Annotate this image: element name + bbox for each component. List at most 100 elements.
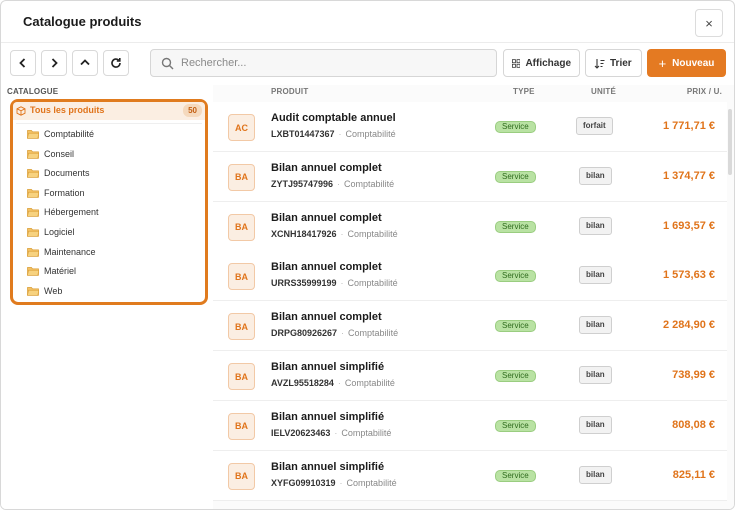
product-code: XCNH18417926: [271, 228, 337, 239]
product-name: Bilan annuel simplifié: [271, 361, 385, 373]
product-avatar: BA: [228, 313, 255, 341]
product-meta: AVZL95518284 · Comptabilité: [271, 378, 395, 388]
product-code: DRPG80926267: [271, 328, 338, 339]
table-row[interactable]: BA Bilan annuel complet DRPG80926267 · Compt…: [213, 301, 727, 352]
catalog-window: Catalogue produits × Affichage Trier: [0, 0, 735, 510]
tree-item-category[interactable]: Maintenance: [27, 244, 96, 260]
product-meta: XCNH18417926 · Comptabilité: [271, 229, 398, 239]
unit-badge: bilan: [579, 166, 612, 185]
type-badge: Service: [495, 419, 536, 432]
display-label: Affichage: [525, 57, 571, 69]
tree-item-category[interactable]: Comptabilité: [27, 126, 94, 142]
product-category: Comptabilité: [344, 178, 395, 189]
chevron-up-icon: [80, 59, 90, 66]
category-label: Comptabilité: [44, 129, 95, 139]
tree-item-category[interactable]: Conseil: [27, 146, 74, 162]
new-label: Nouveau: [672, 57, 715, 69]
tree-item-all-products[interactable]: Tous les produits 50: [13, 102, 205, 120]
column-header-product: PRODUIT: [271, 87, 309, 96]
folder-icon: [27, 228, 39, 237]
new-button[interactable]: + Nouveau: [647, 49, 726, 77]
type-badge: Service: [495, 469, 536, 482]
sort-label: Trier: [610, 57, 632, 69]
sidebar: CATALOGUE Tous les produits 50 Comptabil…: [1, 85, 213, 509]
product-name: Bilan annuel simplifié: [271, 410, 385, 423]
separator-dot: ·: [341, 328, 345, 339]
product-category: Comptabilité: [346, 477, 397, 488]
separator-dot: ·: [337, 178, 341, 189]
category-label: Formation: [44, 187, 85, 198]
separator-dot: ·: [340, 278, 344, 289]
folder-icon: [27, 267, 39, 276]
product-category: Comptabilité: [344, 378, 395, 388]
catalog-section-label: CATALOGUE: [7, 87, 59, 96]
table-row[interactable]: BA Bilan annuel complet URRS35999199 · Compt…: [213, 251, 727, 302]
forward-button[interactable]: [41, 50, 67, 76]
chevron-left-icon: [19, 58, 26, 68]
product-code: URRS35999199: [271, 278, 337, 289]
unit-badge: bilan: [579, 316, 612, 335]
separator-dot: ·: [340, 228, 344, 239]
category-label: Maintenance: [44, 246, 96, 257]
folder-icon: [27, 286, 39, 296]
product-meta: IELV20623463 · Comptabilité: [271, 428, 391, 438]
product-meta: URRS35999199 · Comptabilité: [271, 278, 398, 288]
table-row[interactable]: AC Audit comptable annuel LXBT01447367 · Com…: [213, 102, 727, 152]
product-avatar: BA: [228, 163, 255, 191]
toolbar: Affichage Trier + Nouveau: [1, 44, 734, 82]
product-price: 1 693,57 €: [663, 219, 715, 232]
column-header-type: TYPE: [513, 87, 535, 96]
table-row[interactable]: BA Bilan annuel complet XCNH18417926 · Compt…: [213, 201, 727, 252]
folder-icon: [27, 208, 39, 218]
title-bar: Catalogue produits ×: [1, 1, 734, 43]
product-category: Comptabilité: [347, 228, 398, 239]
product-price: 1 374,77 €: [663, 169, 715, 182]
search-icon: [161, 57, 174, 70]
close-button[interactable]: ×: [695, 9, 723, 37]
product-name: Bilan annuel complet: [271, 211, 382, 224]
search-input[interactable]: [181, 54, 481, 72]
category-label: Conseil: [44, 148, 75, 159]
tree-item-category[interactable]: Formation: [27, 185, 85, 201]
table-row[interactable]: BA Bilan annuel simplifié AVZL95518284 · Com…: [213, 351, 727, 401]
category-tree: Tous les produits 50 Comptabilité Conseil…: [10, 99, 208, 305]
product-name: Bilan annuel complet: [271, 261, 382, 274]
separator-dot: ·: [338, 129, 342, 139]
tree-item-category[interactable]: Hébergement: [27, 204, 99, 220]
product-price: 738,99 €: [672, 369, 715, 381]
table-row[interactable]: BA Bilan annuel simplifié IELV20623463 · Com…: [213, 400, 727, 451]
unit-badge: bilan: [579, 216, 612, 235]
folder-icon: [27, 169, 39, 178]
table-row[interactable]: BA Bilan annuel complet ZYTJ95747996 · Compt…: [213, 151, 727, 202]
scrollbar[interactable]: [728, 109, 732, 175]
column-header-unit: UNITÉ: [591, 87, 616, 96]
product-price: 2 284,90 €: [663, 319, 715, 332]
product-avatar: BA: [228, 363, 255, 390]
box-icon: [16, 106, 26, 116]
product-price: 1 573,63 €: [663, 269, 715, 282]
up-button[interactable]: [72, 50, 98, 76]
tree-item-category[interactable]: Matériel: [27, 263, 76, 279]
unit-badge: forfait: [576, 117, 613, 135]
display-button[interactable]: Affichage: [503, 49, 580, 77]
window-title: Catalogue produits: [23, 14, 142, 29]
close-icon: ×: [705, 15, 713, 31]
product-category: Comptabilité: [345, 129, 396, 139]
tree-item-category[interactable]: Documents: [27, 165, 90, 181]
separator-dot: ·: [334, 427, 338, 438]
table-row[interactable]: BA Bilan annuel simplifié XYFG09910319 · Com…: [213, 450, 727, 501]
product-price: 825,11 €: [672, 468, 715, 481]
back-button[interactable]: [10, 50, 36, 76]
type-badge: Service: [495, 121, 536, 133]
product-name: Bilan annuel simplifié: [271, 460, 385, 473]
sort-button[interactable]: Trier: [585, 49, 642, 77]
tree-item-category[interactable]: Logiciel: [27, 224, 75, 240]
product-code: XYFG09910319: [271, 477, 336, 488]
product-name: Bilan annuel complet: [271, 311, 382, 324]
product-code: AVZL95518284: [271, 378, 334, 388]
unit-badge: bilan: [579, 415, 612, 434]
product-price: 1 771,71 €: [663, 120, 715, 132]
refresh-button[interactable]: [103, 50, 129, 76]
product-meta: DRPG80926267 · Comptabilité: [271, 328, 398, 338]
tree-item-category[interactable]: Web: [27, 283, 62, 299]
